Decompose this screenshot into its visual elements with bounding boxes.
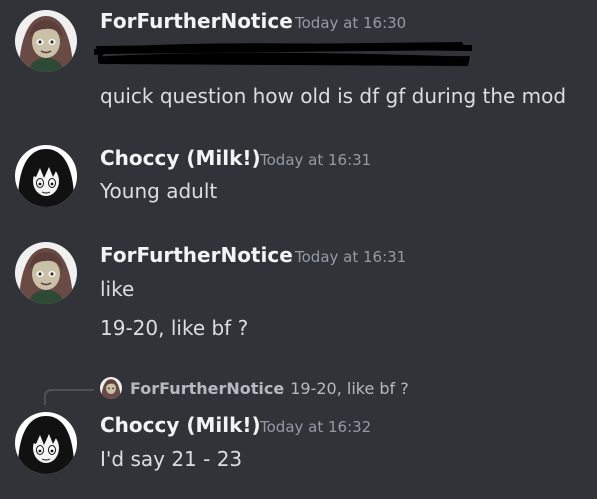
message-author[interactable]: Choccy (Milk!) xyxy=(100,146,261,170)
message-author[interactable]: ForFurtherNotice xyxy=(100,243,293,267)
message-text: quick question how old is df gf during t… xyxy=(100,84,567,108)
reply-text[interactable]: 19-20, like bf ? xyxy=(290,379,409,398)
message-text: like xyxy=(100,277,135,301)
message-timestamp[interactable]: Today at 16:31 xyxy=(295,247,406,267)
user-avatar[interactable] xyxy=(15,242,77,304)
message-text: I'd say 21 - 23 xyxy=(100,447,243,471)
user-avatar[interactable] xyxy=(15,10,77,72)
user-avatar[interactable] xyxy=(15,412,77,474)
black-haired-pale-character-avatar-icon xyxy=(15,145,77,207)
message-timestamp[interactable]: Today at 16:32 xyxy=(260,417,371,437)
message-text: Young adult xyxy=(100,179,218,203)
message-author[interactable]: Choccy (Milk!) xyxy=(100,413,261,437)
message-timestamp[interactable]: Today at 16:31 xyxy=(260,150,371,170)
message-text: 19-20, like bf ? xyxy=(100,316,249,340)
redaction-scribble xyxy=(94,42,472,66)
reply-avatar xyxy=(100,377,122,399)
reply-spine xyxy=(44,389,94,405)
brown-haired-character-avatar-icon xyxy=(15,10,77,72)
chat-message-list: ForFurtherNotice Today at 16:30 quick qu… xyxy=(0,0,597,499)
black-haired-pale-character-avatar-icon xyxy=(15,412,77,474)
brown-haired-character-avatar-icon xyxy=(100,377,122,399)
reply-preview[interactable]: ForFurtherNotice 19-20, like bf ? xyxy=(100,377,409,399)
message-author[interactable]: ForFurtherNotice xyxy=(100,9,293,33)
user-avatar[interactable] xyxy=(15,145,77,207)
reply-author[interactable]: ForFurtherNotice xyxy=(130,379,284,398)
brown-haired-character-avatar-icon xyxy=(15,242,77,304)
message-timestamp[interactable]: Today at 16:30 xyxy=(295,13,406,33)
